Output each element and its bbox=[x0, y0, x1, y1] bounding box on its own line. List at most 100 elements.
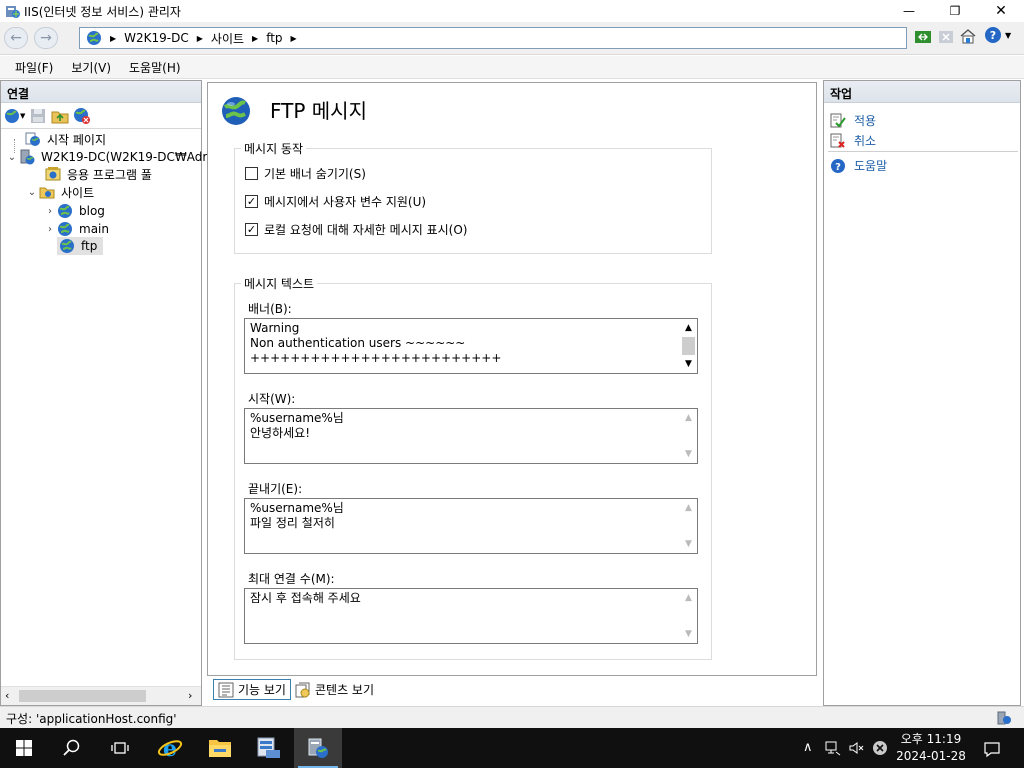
maximize-button[interactable]: ❐ bbox=[932, 0, 978, 22]
forward-arrow-icon[interactable]: → bbox=[34, 27, 58, 49]
error-notification-icon[interactable] bbox=[872, 740, 888, 756]
tree-item-blog[interactable]: › blog bbox=[45, 202, 107, 220]
show-hidden-icons-chevron-icon[interactable]: ∧ bbox=[803, 740, 813, 755]
server-icon bbox=[20, 149, 35, 165]
back-arrow-icon[interactable]: ← bbox=[4, 27, 28, 49]
page-title: FTP 메시지 bbox=[270, 99, 367, 123]
breadcrumb-separator-icon: ▶ bbox=[110, 33, 117, 43]
feature-pane: FTP 메시지 메시지 동작 기본 배너 숨기기(S) ✓ 메시지에서 사용자 … bbox=[207, 82, 817, 676]
textarea-line: Non authentication users ~~~~~~ bbox=[250, 336, 466, 350]
breadcrumb-sites[interactable]: 사이트 bbox=[211, 30, 244, 47]
action-label: 도움말 bbox=[854, 159, 888, 173]
tree-item-sites[interactable]: ⌄ 사이트 bbox=[27, 183, 96, 201]
detailed-messages-checkbox[interactable]: ✓ 로컬 요청에 대해 자세한 메시지 표시(O) bbox=[245, 221, 467, 238]
breadcrumb-ftp[interactable]: ftp bbox=[266, 31, 282, 45]
exit-textarea[interactable]: %username%님 파일 정리 철저히 ▲ ▼ bbox=[244, 498, 698, 554]
tree-item-server[interactable]: ⌄ W2K19-DC(W2K19-DC₩Adr bbox=[7, 148, 209, 166]
tree-item-ftp[interactable]: ftp bbox=[57, 237, 104, 255]
vertical-scrollbar: ▲ ▼ bbox=[680, 409, 697, 463]
vertical-scrollbar: ▲ ▼ bbox=[680, 589, 697, 643]
site-globe-icon bbox=[60, 239, 74, 253]
scroll-right-icon[interactable]: › bbox=[188, 689, 192, 702]
sites-folder-icon bbox=[39, 187, 55, 199]
checkbox-box[interactable]: ✓ bbox=[245, 223, 258, 236]
scroll-up-icon[interactable]: ▲ bbox=[680, 321, 697, 335]
task-view-button[interactable] bbox=[96, 728, 144, 768]
scrollbar-thumb[interactable] bbox=[19, 690, 146, 702]
behavior-group-label: 메시지 동작 bbox=[241, 140, 307, 157]
menu-view[interactable]: 보기(V) bbox=[62, 59, 120, 76]
globe-icon bbox=[86, 30, 102, 46]
refresh-icon[interactable] bbox=[914, 28, 932, 46]
home-icon[interactable] bbox=[959, 27, 977, 45]
textarea-line: 안녕하세요! bbox=[250, 426, 311, 440]
volume-muted-icon[interactable] bbox=[848, 740, 864, 756]
vertical-scrollbar[interactable]: ▲ ▼ bbox=[680, 319, 697, 373]
start-button[interactable] bbox=[0, 728, 48, 768]
help-icon: ? bbox=[831, 158, 845, 173]
expand-chevron-icon[interactable]: › bbox=[45, 224, 55, 235]
address-bar[interactable]: ▶ W2K19-DC ▶ 사이트 ▶ ftp ▶ bbox=[79, 27, 907, 49]
features-view-icon bbox=[218, 682, 234, 697]
tree-item-main[interactable]: › main bbox=[45, 220, 111, 238]
scroll-down-icon[interactable]: ▼ bbox=[680, 357, 697, 371]
tree-item-start-page[interactable]: 시작 페이지 bbox=[25, 130, 108, 148]
iis-manager-button[interactable] bbox=[294, 728, 342, 768]
status-bar: 구성: 'applicationHost.config' bbox=[0, 706, 1024, 728]
hide-banner-checkbox[interactable]: 기본 배너 숨기기(S) bbox=[245, 165, 366, 182]
tab-features-view[interactable]: 기능 보기 bbox=[213, 679, 291, 700]
menu-help[interactable]: 도움말(H) bbox=[120, 59, 190, 76]
tab-label: 기능 보기 bbox=[238, 683, 286, 697]
disconnect-icon[interactable] bbox=[73, 107, 91, 125]
cancel-action[interactable]: 취소 bbox=[830, 132, 876, 149]
checkbox-box[interactable]: ✓ bbox=[245, 195, 258, 208]
action-label: 취소 bbox=[854, 134, 877, 148]
tree-label: W2K19-DC(W2K19-DC₩Adr bbox=[41, 150, 208, 164]
minimize-button[interactable]: — bbox=[886, 0, 932, 22]
window-title: IIS(인터넷 정보 서비스) 관리자 bbox=[24, 5, 181, 19]
user-variables-checkbox[interactable]: ✓ 메시지에서 사용자 변수 지원(U) bbox=[245, 193, 426, 210]
help-action[interactable]: ? 도움말 bbox=[830, 157, 887, 174]
save-icon[interactable] bbox=[29, 107, 47, 125]
welcome-textarea[interactable]: %username%님 안녕하세요! ▲ ▼ bbox=[244, 408, 698, 464]
server-manager-button[interactable] bbox=[245, 728, 293, 768]
clock-time: 오후 11:19 bbox=[900, 732, 962, 746]
scroll-down-icon: ▼ bbox=[685, 538, 692, 549]
banner-textarea[interactable]: Warning Non authentication users ~~~~~~ … bbox=[244, 318, 698, 374]
internet-explorer-icon: e bbox=[157, 736, 183, 761]
task-view-icon bbox=[111, 742, 129, 754]
apply-action[interactable]: 적용 bbox=[830, 112, 876, 129]
network-icon[interactable] bbox=[825, 740, 841, 756]
tab-content-view[interactable]: 콘텐츠 보기 bbox=[291, 679, 378, 700]
taskbar: e ∧ 오후 11:19 2024-01-28 bbox=[0, 728, 1024, 768]
taskbar-clock[interactable]: 오후 11:19 2024-01-28 bbox=[888, 731, 974, 765]
search-button[interactable] bbox=[48, 728, 96, 768]
scroll-down-icon: ▼ bbox=[685, 448, 692, 459]
svg-text:?: ? bbox=[990, 29, 996, 42]
checkbox-box[interactable] bbox=[245, 167, 258, 180]
start-page-icon bbox=[25, 132, 40, 146]
tree-item-app-pools[interactable]: 응용 프로그램 풀 bbox=[45, 165, 154, 183]
collapse-chevron-icon[interactable]: ⌄ bbox=[7, 152, 17, 163]
menu-file[interactable]: 파일(F) bbox=[6, 59, 62, 76]
content-view-icon bbox=[295, 682, 310, 697]
textarea-line: %username%님 bbox=[250, 411, 344, 425]
collapse-chevron-icon[interactable]: ⌄ bbox=[27, 187, 37, 198]
breadcrumb-server[interactable]: W2K19-DC bbox=[124, 31, 189, 45]
scroll-up-icon: ▲ bbox=[685, 592, 692, 603]
horizontal-scrollbar[interactable]: ‹ › bbox=[1, 686, 201, 705]
help-dropdown-icon[interactable]: ? ▼ bbox=[984, 26, 1011, 44]
action-center-icon[interactable] bbox=[983, 740, 1001, 758]
site-globe-icon bbox=[58, 222, 72, 236]
stop-icon[interactable] bbox=[937, 28, 955, 46]
expand-chevron-icon[interactable]: › bbox=[45, 206, 55, 217]
internet-explorer-button[interactable]: e bbox=[146, 728, 194, 768]
max-connections-textarea[interactable]: 잠시 후 접속해 주세요 ▲ ▼ bbox=[244, 588, 698, 644]
scroll-down-icon: ▼ bbox=[685, 628, 692, 639]
file-explorer-button[interactable] bbox=[196, 728, 244, 768]
scroll-left-icon[interactable]: ‹ bbox=[5, 689, 9, 702]
close-button[interactable]: ✕ bbox=[978, 0, 1024, 22]
scrollbar-thumb[interactable] bbox=[682, 337, 695, 355]
up-folder-icon[interactable] bbox=[51, 107, 69, 125]
connect-globe-icon[interactable]: ▼ bbox=[4, 108, 25, 124]
